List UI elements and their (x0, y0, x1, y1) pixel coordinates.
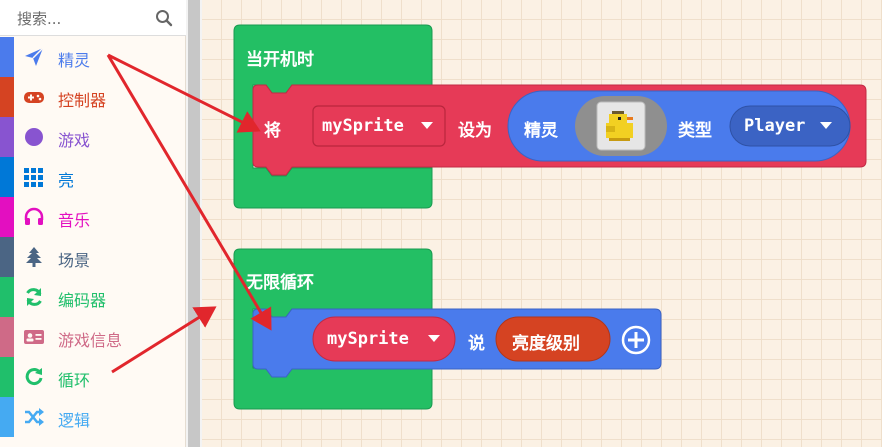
chevron-down-icon[interactable] (428, 335, 440, 343)
variable-dropdown[interactable]: mySprite (327, 329, 409, 349)
forever-label: 无限循环 (246, 273, 314, 293)
light-level-value[interactable]: 亮度级别 (512, 329, 580, 354)
forever-block[interactable] (0, 0, 882, 447)
add-icon[interactable] (621, 325, 651, 355)
say-label: 说 (468, 334, 485, 354)
